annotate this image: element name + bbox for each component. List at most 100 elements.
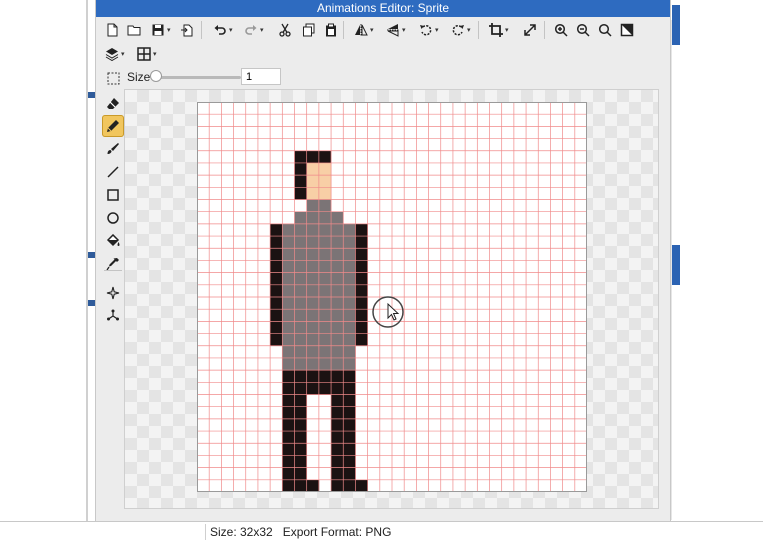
sprite-pixel[interactable] (318, 236, 332, 249)
sprite-pixel[interactable] (343, 284, 356, 298)
sprite-pixel[interactable] (331, 431, 344, 444)
sprite-pixel[interactable] (318, 382, 332, 395)
color-swap-button[interactable] (620, 20, 634, 40)
sprite-pixel[interactable] (318, 370, 332, 383)
sprite-pixel[interactable] (318, 199, 332, 212)
sprite-pixel[interactable] (282, 260, 295, 273)
sprite-pixel[interactable] (331, 455, 344, 468)
sprite-pixel[interactable] (355, 236, 368, 249)
sprite-pixel[interactable] (318, 309, 332, 322)
sprite-pixel[interactable] (306, 260, 320, 273)
sprite-pixel[interactable] (306, 321, 320, 334)
sprite-pixel[interactable] (343, 370, 356, 383)
sprite-pixel[interactable] (270, 284, 283, 298)
magic-select-tool[interactable] (102, 282, 124, 304)
sprite-pixel[interactable] (306, 357, 320, 371)
sprite-pixel[interactable] (355, 321, 368, 334)
sprite-pixel[interactable] (331, 260, 344, 273)
eraser-tool[interactable] (102, 93, 124, 115)
dropdown-caret-icon[interactable]: ▾ (260, 26, 264, 34)
sprite-pixel[interactable] (294, 345, 307, 359)
size-input[interactable] (241, 68, 281, 85)
sprite-pixel[interactable] (306, 223, 320, 237)
dropdown-caret-icon[interactable]: ▾ (153, 50, 157, 58)
sprite-pixel[interactable] (294, 467, 307, 481)
sprite-pixel[interactable] (355, 479, 368, 492)
crop-button[interactable]: ▾ (489, 20, 509, 40)
sprite-pixel[interactable] (318, 357, 332, 371)
sprite-pixel[interactable] (343, 394, 356, 407)
sprite-pixel[interactable] (294, 418, 307, 432)
sprite-pixel[interactable] (270, 248, 283, 261)
ellipse-tool[interactable] (102, 207, 124, 229)
zoom-out-button[interactable] (576, 20, 590, 40)
sprite-pixel[interactable] (343, 443, 356, 456)
sprite-pixel[interactable] (331, 297, 344, 310)
sprite-pixel[interactable] (294, 321, 307, 334)
sprite-pixel[interactable] (294, 150, 307, 164)
sprite-pixel[interactable] (343, 248, 356, 261)
sprite-pixel[interactable] (343, 467, 356, 481)
sprite-pixel[interactable] (294, 382, 307, 395)
sprite-pixel[interactable] (282, 309, 295, 322)
sprite-pixel[interactable] (318, 345, 332, 359)
resize-button[interactable] (523, 20, 537, 40)
sprite-pixel[interactable] (282, 248, 295, 261)
sprite-pixel[interactable] (294, 479, 307, 492)
fill-tool[interactable] (102, 230, 124, 252)
sprite-pixel[interactable] (331, 284, 344, 298)
sprite-pixel[interactable] (331, 333, 344, 347)
dropdown-caret-icon[interactable]: ▾ (435, 26, 439, 34)
sprite-pixel[interactable] (294, 443, 307, 456)
flip-horizontal-button[interactable]: ▾ (354, 20, 374, 40)
sprite-pixel[interactable] (331, 370, 344, 383)
sprite-pixel[interactable] (355, 297, 368, 310)
zoom-fit-button[interactable] (598, 20, 612, 40)
sprite-pixel[interactable] (331, 382, 344, 395)
sprite-pixel[interactable] (282, 357, 295, 371)
brush-tool[interactable] (102, 138, 124, 160)
sprite-pixel[interactable] (306, 333, 320, 347)
sprite-pixel[interactable] (355, 260, 368, 273)
sprite-pixel[interactable] (306, 150, 320, 164)
sprite-pixel[interactable] (343, 455, 356, 468)
sprite-pixel[interactable] (306, 236, 320, 249)
sprite-pixel[interactable] (331, 479, 344, 492)
dropdown-caret-icon[interactable]: ▾ (467, 26, 471, 34)
sprite-pixel[interactable] (318, 260, 332, 273)
sprite-pixel[interactable] (306, 211, 320, 225)
sprite-pixel[interactable] (270, 272, 283, 286)
dropdown-caret-icon[interactable]: ▾ (121, 50, 125, 58)
sprite-pixel[interactable] (343, 333, 356, 347)
sprite-pixel[interactable] (318, 175, 332, 188)
transform-tool[interactable] (102, 304, 124, 326)
sprite-pixel[interactable] (282, 406, 295, 420)
sprite-pixel[interactable] (294, 284, 307, 298)
pencil-tool[interactable] (102, 115, 124, 137)
sprite-pixel[interactable] (343, 479, 356, 492)
sprite-pixel[interactable] (343, 321, 356, 334)
sprite-pixel[interactable] (306, 199, 320, 212)
sprite-pixel[interactable] (306, 345, 320, 359)
sprite-pixel[interactable] (282, 272, 295, 286)
paste-button[interactable] (324, 20, 338, 40)
sprite-pixel[interactable] (270, 297, 283, 310)
redo-button[interactable]: ▾ (244, 20, 264, 40)
sprite-pixel[interactable] (270, 260, 283, 273)
rotate-left-button[interactable]: ▾ (419, 20, 439, 40)
sprite-pixel[interactable] (318, 187, 332, 200)
sprite-pixel[interactable] (318, 150, 332, 164)
sprite-pixel[interactable] (355, 223, 368, 237)
sprite-pixel[interactable] (306, 479, 320, 492)
sprite-pixel[interactable] (282, 321, 295, 334)
sprite-pixel[interactable] (343, 345, 356, 359)
sprite-pixel[interactable] (282, 333, 295, 347)
sprite-pixel[interactable] (270, 309, 283, 322)
sprite-pixel[interactable] (306, 284, 320, 298)
sprite-pixel[interactable] (331, 321, 344, 334)
export-button[interactable] (180, 20, 194, 40)
sprite-pixel[interactable] (282, 455, 295, 468)
sprite-pixel[interactable] (331, 248, 344, 261)
dropdown-caret-icon[interactable]: ▾ (229, 26, 233, 34)
horizontal-scrollbar[interactable] (124, 510, 659, 516)
